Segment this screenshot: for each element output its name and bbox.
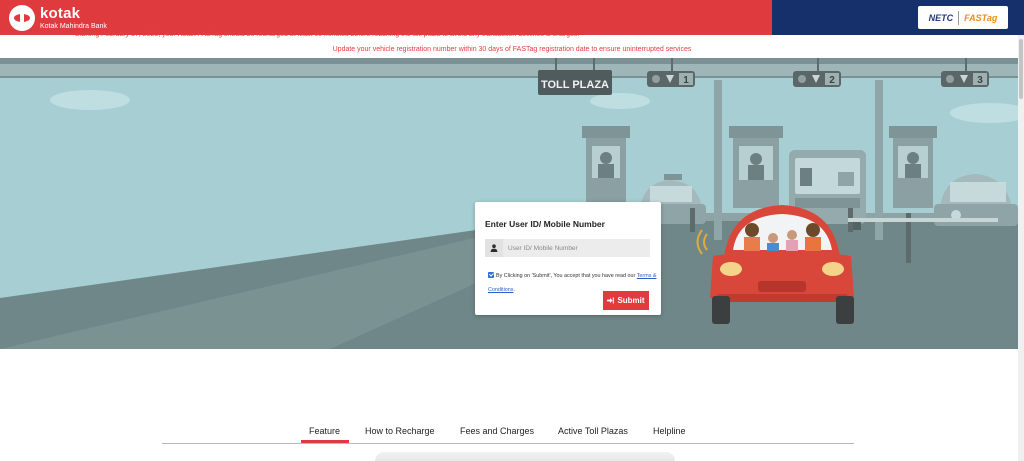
clouds — [50, 90, 1018, 123]
consent-suffix: . — [513, 287, 515, 293]
logo-subtitle: Kotak Mahindra Bank — [40, 23, 107, 30]
tab-fees-and-charges[interactable]: Fees and Charges — [460, 426, 534, 436]
kotak-logo[interactable]: kotak Kotak Mahindra Bank — [9, 5, 107, 31]
tab-feature[interactable]: Feature — [309, 426, 340, 436]
login-title: Enter User ID/ Mobile Number — [485, 219, 605, 229]
content-card-top — [375, 452, 675, 461]
toll-plaza-sign-text: TOLL PLAZA — [541, 79, 609, 91]
registration-notice: Update your vehicle registration number … — [332, 46, 692, 53]
lane-number: 2 — [829, 75, 835, 86]
user-icon — [485, 239, 503, 257]
toll-booth-1 — [582, 126, 630, 208]
header-bar — [0, 0, 772, 35]
terms-checkbox[interactable] — [488, 272, 494, 278]
recharge-notice: Starting February 17, 2025, your Kotak F… — [0, 31, 772, 41]
submit-label: Submit — [617, 296, 645, 305]
netc-label: NETC — [928, 12, 954, 23]
active-tab-indicator — [301, 440, 349, 443]
tab-how-to-recharge[interactable]: How to Recharge — [365, 426, 435, 436]
login-card: Enter User ID/ Mobile Number By Clicking… — [475, 202, 661, 315]
netc-fastag-logo: NETC FASTag — [918, 6, 1008, 29]
scrollbar[interactable] — [1018, 35, 1024, 461]
toll-booth-2 — [729, 126, 783, 208]
scrollbar-thumb[interactable] — [1019, 39, 1023, 99]
lane-number: 1 — [683, 75, 689, 86]
toll-booth-3 — [889, 126, 937, 208]
tab-helpline[interactable]: Helpline — [653, 426, 686, 436]
user-id-input-group — [485, 239, 650, 257]
tab-active-toll-plazas[interactable]: Active Toll Plazas — [558, 426, 628, 436]
lane-number: 3 — [977, 75, 983, 86]
kotak-logo-icon — [9, 5, 35, 31]
page: kotak Kotak Mahindra Bank NETC FASTag St… — [0, 0, 1024, 461]
fastag-label: FASTag — [964, 12, 998, 23]
submit-button[interactable]: Submit — [603, 291, 649, 310]
sign-in-icon — [607, 297, 615, 304]
consent-text: By Clicking on 'Submit', You accept that… — [496, 273, 636, 279]
logo-name: kotak — [40, 5, 81, 22]
logo-divider — [958, 10, 960, 25]
user-id-input[interactable] — [503, 239, 650, 257]
info-tabs: Feature How to Recharge Fees and Charges… — [162, 423, 854, 444]
recharge-notice-text: Starting February 17, 2025, your Kotak F… — [75, 31, 580, 38]
